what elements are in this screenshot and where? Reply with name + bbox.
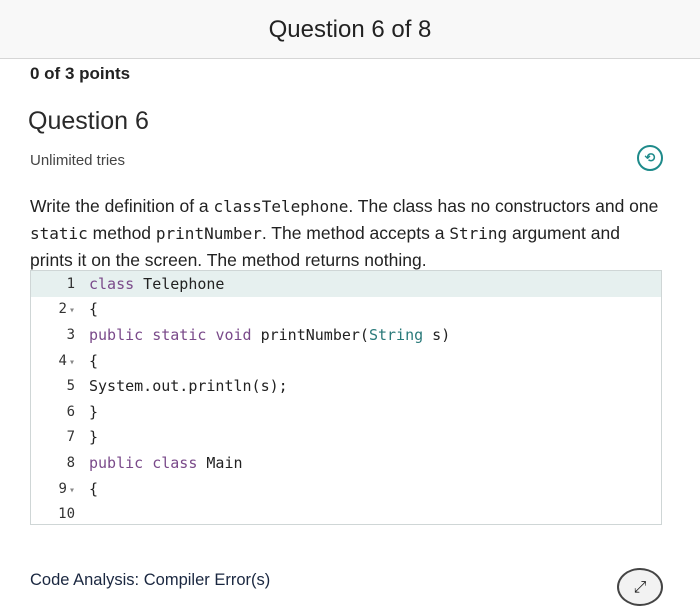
- line-number-text: 1: [66, 275, 75, 292]
- code-text: public class Main: [89, 453, 243, 472]
- code-analysis-label: Code Analysis: Compiler Error(s): [30, 571, 271, 589]
- code-line[interactable]: 5 System.out.println(s);: [31, 373, 661, 399]
- fold-arrow-icon[interactable]: ▾: [69, 357, 75, 368]
- line-number: 7: [31, 429, 75, 445]
- line-number-text: 6: [66, 403, 75, 420]
- code-text: {: [89, 300, 99, 319]
- question-heading: Question 6: [28, 107, 149, 135]
- code-line[interactable]: 7}: [31, 425, 661, 451]
- code-line[interactable]: 6}: [31, 399, 661, 425]
- code-line[interactable]: 2 ▾ {: [31, 297, 661, 323]
- expand-icon[interactable]: ⤢: [617, 568, 663, 606]
- line-number-text: 3: [66, 326, 75, 343]
- code-text: {: [89, 351, 99, 370]
- code-line[interactable]: 3 public static void printNumber(String s…: [31, 322, 661, 348]
- line-number: 4 ▾: [31, 353, 75, 369]
- line-number: 1: [31, 276, 75, 292]
- code-line[interactable]: 8 public class Main: [31, 450, 661, 476]
- line-number: 10: [31, 506, 75, 522]
- fold-arrow-icon[interactable]: ▾: [69, 305, 75, 316]
- line-number-text: 2: [58, 301, 67, 318]
- line-number: 3: [31, 327, 75, 343]
- line-number: 5: [31, 378, 75, 394]
- top-bar: Question 6 of 8: [0, 0, 700, 59]
- prompt-code-method: printNumber: [155, 224, 262, 243]
- history-icon[interactable]: ⟲: [637, 145, 663, 171]
- prompt-text: . The method accepts a: [261, 223, 450, 243]
- prompt-code-static: static: [30, 224, 88, 243]
- code-text: System.out.println(s);: [89, 377, 288, 396]
- line-number: 2 ▾: [31, 301, 75, 317]
- code-line[interactable]: 9 ▾ {: [31, 476, 661, 502]
- prompt-text: . The class has no constructors and one: [348, 196, 659, 216]
- prompt-code-string: String: [449, 224, 508, 243]
- prompt-text: Write the definition of a: [30, 196, 214, 216]
- code-line[interactable]: 1 class Telephone: [31, 271, 661, 297]
- code-text: }: [89, 428, 99, 447]
- prompt-text: method: [87, 223, 156, 243]
- code-editor[interactable]: 1 class Telephone 2 ▾{3 public static void p…: [30, 270, 662, 525]
- line-number-text: 5: [66, 378, 75, 395]
- line-number: 6: [31, 404, 75, 420]
- code-line[interactable]: 4 ▾ {: [31, 348, 661, 374]
- line-number-text: 9: [58, 480, 67, 497]
- line-number-text: 4: [58, 352, 67, 369]
- line-number-text: 7: [66, 429, 75, 446]
- score-label: 0 of 3 points: [30, 64, 131, 83]
- code-text: public static void printNumber(String s): [89, 325, 451, 344]
- line-number-text: 10: [58, 506, 75, 523]
- code-line[interactable]: 10: [31, 501, 661, 527]
- line-number: 8: [31, 455, 75, 471]
- fold-arrow-icon[interactable]: ▾: [69, 485, 75, 496]
- code-text: }: [89, 402, 99, 421]
- question-prompt: Write the definition of a classTelephone…: [30, 193, 660, 273]
- question-counter: Question 6 of 8: [268, 16, 432, 43]
- tries-label: Unlimited tries: [30, 152, 126, 169]
- line-number-text: 8: [66, 454, 75, 471]
- code-text: class Telephone: [89, 274, 225, 293]
- line-number: 9 ▾: [31, 481, 75, 497]
- code-text: {: [89, 479, 99, 498]
- prompt-code-class: classTelephone: [213, 197, 349, 216]
